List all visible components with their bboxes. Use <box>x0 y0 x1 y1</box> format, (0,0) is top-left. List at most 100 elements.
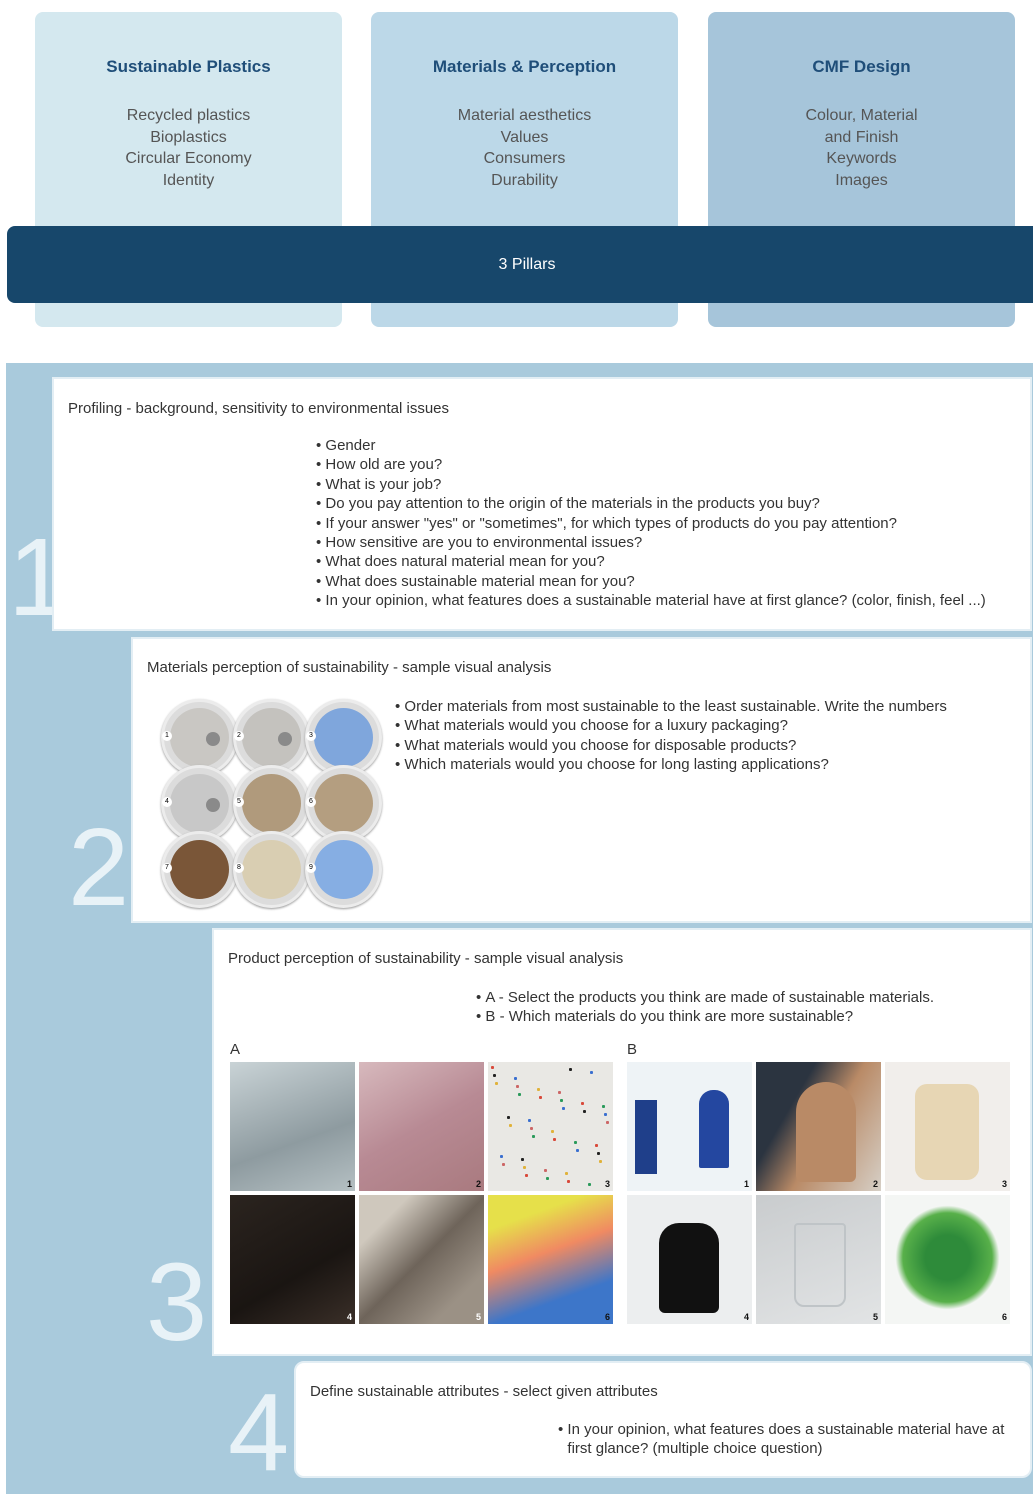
confetti-speck <box>514 1077 517 1080</box>
sample-hole <box>206 732 220 746</box>
confetti-speck <box>553 1138 556 1141</box>
product-image-tile: 2 <box>756 1062 881 1191</box>
confetti-speck <box>530 1127 533 1130</box>
bullet-item: • In your opinion, what features does a … <box>558 1420 1018 1459</box>
pillar-item: Bioplastics <box>150 128 227 146</box>
product-image-tile: 1 <box>627 1062 752 1191</box>
bullet-item: What does natural material mean for you? <box>316 552 986 571</box>
sample-number: 5 <box>234 797 244 807</box>
tile-number: 2 <box>872 1179 878 1189</box>
bullet-item: B - Which materials do you think are mor… <box>476 1007 934 1026</box>
bullet-item: Do you pay attention to the origin of th… <box>316 494 986 513</box>
kids-chair-shape <box>915 1084 979 1180</box>
confetti-speck <box>544 1169 547 1172</box>
bullet-item: Gender <box>316 436 986 455</box>
confetti-speck <box>495 1082 498 1085</box>
confetti-speck <box>528 1119 531 1122</box>
step-number: 4 <box>228 1371 290 1494</box>
cup-shape <box>794 1223 846 1307</box>
product-image-tile: 2 <box>359 1062 484 1191</box>
tile-number: 6 <box>1001 1312 1007 1322</box>
bullet-marker: • <box>558 1421 568 1438</box>
pick-comb-shape <box>699 1090 729 1168</box>
confetti-speck <box>509 1124 512 1127</box>
confetti-speck <box>518 1093 521 1096</box>
pillar-item: and Finish <box>824 128 899 146</box>
bullet-item: How sensitive are you to environmental i… <box>316 533 986 552</box>
sample-number: 4 <box>162 797 172 807</box>
material-sample-surface <box>170 708 229 767</box>
material-sample-surface <box>314 840 373 899</box>
confetti-speck <box>562 1107 565 1110</box>
confetti-speck <box>599 1160 602 1163</box>
sample-number: 7 <box>162 863 172 873</box>
confetti-speck <box>583 1110 586 1113</box>
material-sample-surface <box>170 774 229 833</box>
pillar-item: Material aesthetics <box>457 107 592 124</box>
step-number: 3 <box>146 1241 208 1364</box>
tile-number: 1 <box>346 1179 352 1189</box>
confetti-speck <box>581 1102 584 1105</box>
sample-number: 3 <box>306 731 316 741</box>
confetti-speck <box>604 1113 607 1116</box>
sample-number: 9 <box>306 863 316 873</box>
bullet-item: What materials would you choose for disp… <box>395 736 947 755</box>
step-3-card: Product perception of sustainability - s… <box>212 928 1032 1356</box>
confetti-speck <box>574 1141 577 1144</box>
material-sample-surface <box>242 840 301 899</box>
confetti-speck <box>567 1180 570 1183</box>
chair-shape <box>796 1082 856 1182</box>
confetti-speck <box>558 1091 561 1094</box>
step-bullets: • In your opinion, what features does a … <box>558 1420 1018 1459</box>
pillar-item: Consumers <box>483 150 566 167</box>
step-1-card: Profiling - background, sensitivity to e… <box>52 377 1032 631</box>
sample-number: 1 <box>162 731 172 741</box>
confetti-speck <box>551 1130 554 1133</box>
bullet-item: How old are you? <box>316 455 986 474</box>
plant-toy-shape <box>895 1205 1000 1310</box>
confetti-speck <box>507 1116 510 1119</box>
bullet-item: What materials would you choose for a lu… <box>395 716 947 735</box>
tile-number: 5 <box>475 1312 481 1322</box>
pillar-item: Durability <box>491 171 558 189</box>
confetti-speck <box>521 1158 524 1161</box>
confetti-speck <box>516 1085 519 1088</box>
confetti-speck <box>560 1099 563 1102</box>
pillar-item: Recycled plastics <box>126 107 251 124</box>
product-image-tile: 6 <box>488 1195 613 1324</box>
tile-number: 6 <box>604 1312 610 1322</box>
pillar-item: Keywords <box>826 150 897 167</box>
confetti-speck <box>532 1135 535 1138</box>
material-sample-disc: 9 <box>305 831 382 908</box>
step-bullets: A - Select the products you think are ma… <box>476 988 934 1027</box>
tile-number: 2 <box>475 1179 481 1189</box>
sample-number: 2 <box>234 731 244 741</box>
confetti-speck <box>500 1155 503 1158</box>
material-sample-disc: 7 <box>161 831 238 908</box>
pillar-items: Colour, Material and Finish Keywords Ima… <box>708 105 1015 191</box>
tile-number: 4 <box>743 1312 749 1322</box>
bullet-item: Order materials from most sustainable to… <box>395 697 946 716</box>
step-title: Product perception of sustainability - s… <box>228 950 624 967</box>
bullet-item: What is your job? <box>316 475 986 494</box>
step-number: 2 <box>68 806 130 929</box>
product-image-tile: 3 <box>885 1062 1010 1191</box>
material-sample-surface <box>314 708 373 767</box>
tile-number: 5 <box>872 1312 878 1322</box>
confetti-speck <box>590 1071 593 1074</box>
bullet-text: In your opinion, what features does a su… <box>567 1421 1005 1458</box>
product-image-tile: 6 <box>885 1195 1010 1324</box>
confetti-speck <box>491 1066 494 1069</box>
confetti-speck <box>523 1166 526 1169</box>
confetti-speck <box>539 1096 542 1099</box>
step-bullets: Order materials from most sustainable to… <box>395 697 947 775</box>
product-image-tile: 5 <box>359 1195 484 1324</box>
confetti-speck <box>525 1174 528 1177</box>
confetti-speck <box>565 1172 568 1175</box>
step-title: Define sustainable attributes - select g… <box>310 1383 658 1400</box>
product-image-tile: 5 <box>756 1195 881 1324</box>
pillar-item: Values <box>500 128 549 146</box>
stool-shape <box>659 1223 719 1313</box>
confetti-speck <box>606 1121 609 1124</box>
method-steps-panel: 1 Profiling - background, sensitivity to… <box>6 363 1033 1494</box>
